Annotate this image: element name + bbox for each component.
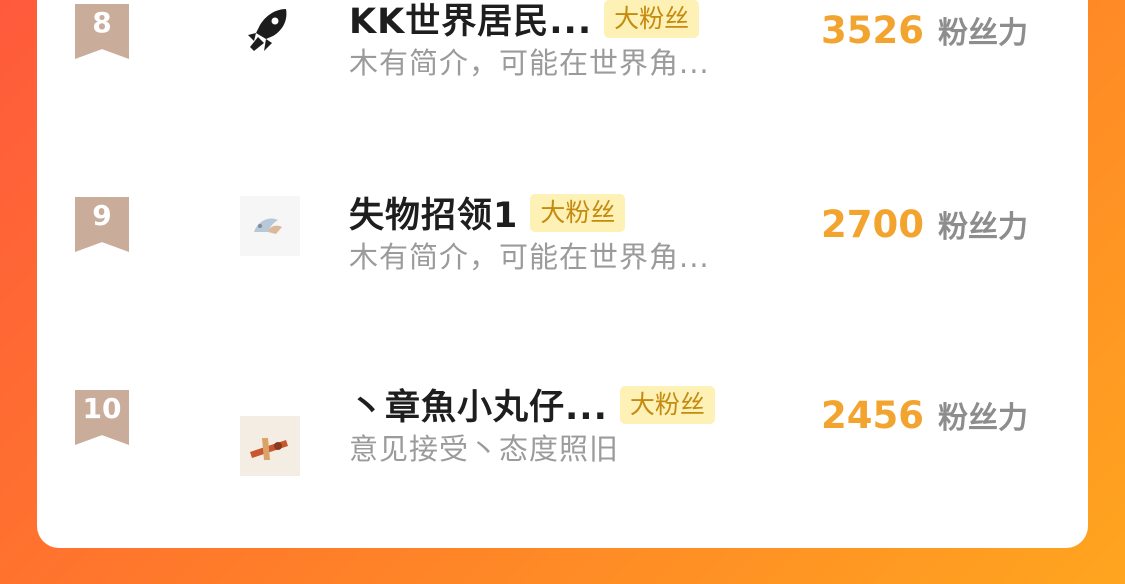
fan-level-badge: 大粉丝 <box>604 0 700 38</box>
fan-power-label: 粉丝力 <box>938 401 1028 436</box>
fan-power-score: 2700 <box>821 203 924 246</box>
user-description: 木有简介，可能在世界角... <box>349 46 710 80</box>
avatar[interactable] <box>240 416 300 476</box>
user-name: KK世界居民... <box>349 2 593 42</box>
user-name: 失物招领1 <box>349 196 519 236</box>
user-name: 丶章魚小丸仔... <box>349 388 608 428</box>
leaderboard-row[interactable]: 10 丶章魚小丸仔... 大粉丝 意见接受丶态度照旧 2456 粉丝力 <box>37 344 1088 476</box>
rank-badge: 8 <box>75 4 129 59</box>
leaderboard-row[interactable]: 9 失物招领1 大粉丝 木有简介，可能在世界角... 2700 粉丝力 <box>37 150 1088 274</box>
avatar[interactable] <box>240 196 300 256</box>
user-description: 木有简介，可能在世界角... <box>349 240 710 274</box>
fan-power-score: 2456 <box>821 394 924 437</box>
bird-icon <box>240 196 300 256</box>
rank-badge: 10 <box>75 390 129 445</box>
fan-power-label: 粉丝力 <box>938 16 1028 51</box>
fan-power-score: 3526 <box>821 9 924 52</box>
avatar[interactable] <box>240 1 300 61</box>
leaderboard-row[interactable]: 8 KK世界居民... 大粉丝 木有简介，可能在世界角... 3526 粉丝力 <box>37 0 1088 80</box>
fan-level-badge: 大粉丝 <box>619 385 715 424</box>
fan-power-label: 粉丝力 <box>938 210 1028 245</box>
fan-level-badge: 大粉丝 <box>530 193 626 232</box>
rank-badge: 9 <box>75 197 129 252</box>
illustration-icon <box>240 416 300 476</box>
fan-leaderboard-card: 8 KK世界居民... 大粉丝 木有简介，可能在世界角... 3526 粉丝力 … <box>37 0 1088 548</box>
user-description: 意见接受丶态度照旧 <box>349 432 620 466</box>
rocket-icon <box>248 9 287 51</box>
